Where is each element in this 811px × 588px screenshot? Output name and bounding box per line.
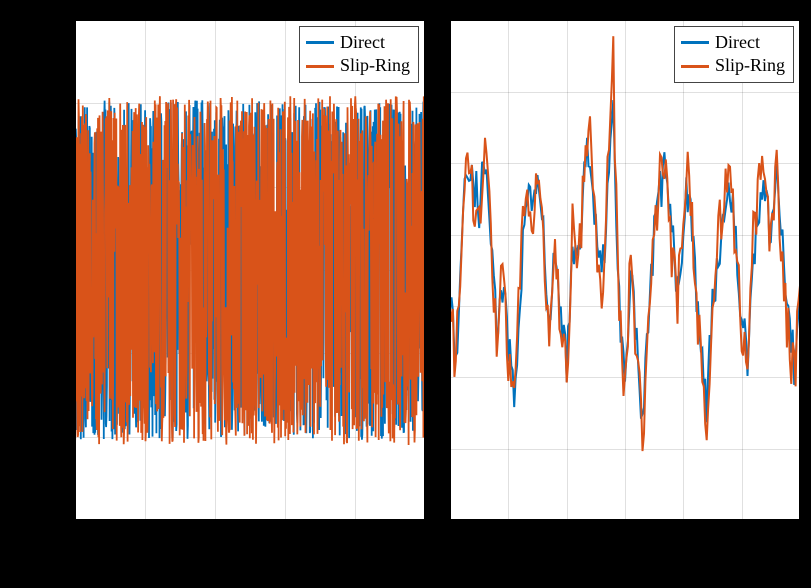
legend-left: Direct Slip-Ring xyxy=(299,26,419,83)
series-slipring-left xyxy=(75,96,425,445)
legend-label-direct: Direct xyxy=(340,31,385,54)
chart-right-data xyxy=(450,20,800,520)
legend-right: Direct Slip-Ring xyxy=(674,26,794,83)
legend-left-item-1: Direct xyxy=(306,31,410,54)
legend-right-item-1: Direct xyxy=(681,31,785,54)
legend-swatch-direct xyxy=(306,41,334,44)
legend-right-item-2: Slip-Ring xyxy=(681,54,785,77)
series-slipring-right xyxy=(450,36,800,451)
legend-swatch-slipring xyxy=(306,65,334,68)
legend-label-direct: Direct xyxy=(715,31,760,54)
legend-swatch-direct xyxy=(681,41,709,44)
legend-swatch-slipring xyxy=(681,65,709,68)
legend-label-slipring: Slip-Ring xyxy=(715,54,785,77)
chart-left-data xyxy=(75,20,425,520)
chart-left: Direct Slip-Ring xyxy=(75,20,425,520)
chart-right: Direct Slip-Ring xyxy=(450,20,800,520)
legend-left-item-2: Slip-Ring xyxy=(306,54,410,77)
legend-label-slipring: Slip-Ring xyxy=(340,54,410,77)
